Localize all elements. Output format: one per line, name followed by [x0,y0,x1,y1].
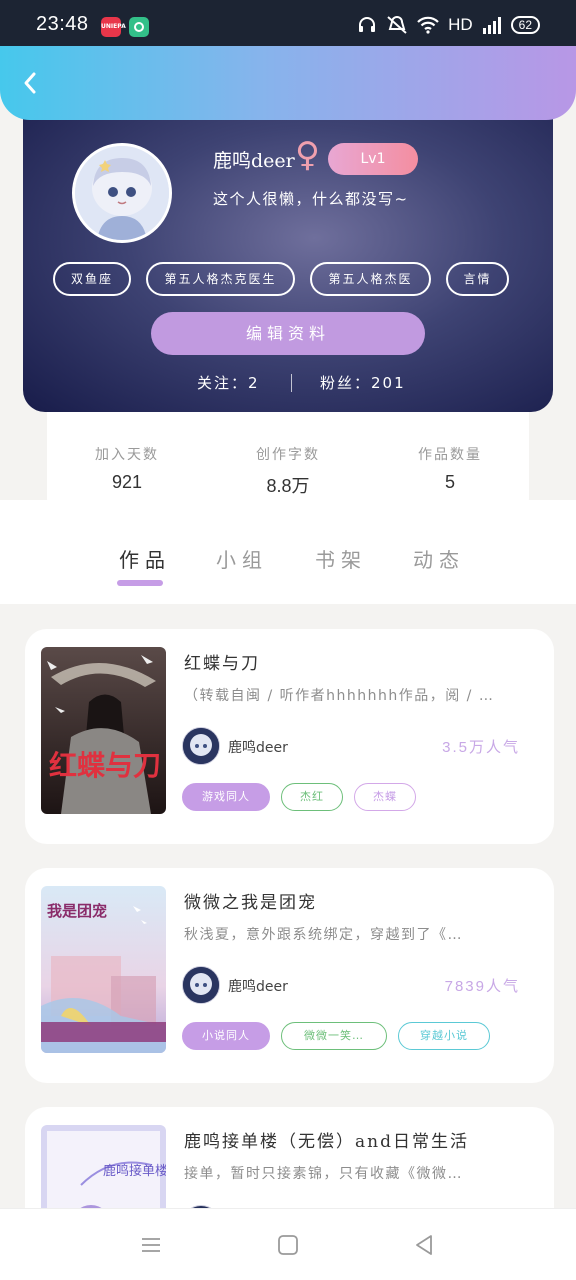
profile-tag[interactable]: 第五人格杰克医生 [146,262,295,296]
header-bar [0,46,576,120]
avatar[interactable] [72,143,172,243]
tab-activity[interactable]: 动态 [413,544,465,573]
tab-bar: 作品 小组 书架 动态 [0,524,576,604]
bio: 这个人很懒，什么都没写~ [213,190,409,208]
work-tag[interactable]: 游戏同人 [182,783,270,811]
popularity: 3.5万人气 [442,739,520,756]
author-name[interactable]: 鹿鸣deer [228,976,288,996]
stat-word-count: 创作字数 8.8万 [218,444,358,498]
back-arrow-icon[interactable] [16,68,46,98]
work-tag[interactable]: 杰红 [281,783,343,811]
level-badge: Lv1 [328,143,418,175]
popularity: 7839人气 [444,978,520,995]
stat-value: 921 [111,472,143,492]
profile-tags: 双鱼座 第五人格杰克医生 第五人格杰医 言情 [53,262,523,296]
mute-icon [387,16,407,34]
follow-stats: 关注：2 粉丝：201 [23,372,553,396]
work-card[interactable]: 红蝶与刀 红蝶与刀 （转载自闽 / 听作者hhhhhhh作品，阅 / … 鹿鸣d… [25,629,554,844]
edit-profile-button[interactable]: 编辑资料 [151,312,425,355]
menu-icon[interactable] [139,1233,163,1257]
work-description: 秋浅夏，意外跟系统绑定，穿越到了《… [184,927,463,943]
app-notification-icon-2 [129,17,149,37]
following-count[interactable]: 关注：2 [197,372,260,393]
tab-works[interactable]: 作品 [119,544,171,573]
author-avatar[interactable] [182,727,220,765]
signal-icon [482,17,501,34]
active-tab-indicator [117,580,163,586]
work-cover: 我是团宠 [41,886,166,1053]
stat-value: 8.8万 [266,476,310,496]
avatar-illustration [75,146,169,240]
system-nav-bar [0,1208,576,1280]
cover-title: 鹿鸣接单楼 [103,1163,166,1179]
work-tag[interactable]: 微微一笑… [281,1022,387,1050]
cover-title: 我是团宠 [47,902,107,920]
tab-bookshelf[interactable]: 书架 [315,544,367,573]
work-cover: 红蝶与刀 [41,647,166,814]
fans-count[interactable]: 粉丝：201 [320,372,406,393]
profile-tag[interactable]: 第五人格杰医 [310,262,431,296]
work-title: 微微之我是团宠 [184,893,317,913]
headphones-icon [359,17,376,32]
work-title: 红蝶与刀 [184,654,260,674]
work-description: （转载自闽 / 听作者hhhhhhh作品，阅 / … [184,688,495,704]
home-icon[interactable] [276,1233,300,1257]
wifi-icon [417,16,439,34]
profile-tag[interactable]: 言情 [446,262,509,296]
app-notification-icon: UNIEPA [101,17,126,37]
stat-works-count: 作品数量 5 [380,444,520,493]
work-title: 鹿鸣接单楼（无偿）and日常生活 [184,1132,469,1152]
profile-card: 鹿鸣deer ♀ Lv1 这个人很懒，什么都没写~ 双鱼座 第五人格杰克医生 第… [23,96,553,412]
status-time: 23:48 [36,13,89,35]
tab-groups[interactable]: 小组 [216,544,268,573]
stat-value: 5 [444,472,455,492]
status-icons: HD 62 [357,14,540,36]
author-name[interactable]: 鹿鸣deer [228,737,288,757]
cover-title: 红蝶与刀 [49,749,161,782]
profile-tag[interactable]: 双鱼座 [53,262,131,296]
network-label: HD [448,15,473,34]
stats-card: 加入天数 921 创作字数 8.8万 作品数量 5 [47,398,529,524]
work-tag[interactable]: 穿越小说 [398,1022,490,1050]
battery-icon: 62 [510,16,540,34]
divider [291,374,292,392]
work-tag[interactable]: 小说同人 [182,1022,270,1050]
stat-join-days: 加入天数 921 [57,444,197,493]
back-icon[interactable] [412,1233,436,1257]
username: 鹿鸣deer [213,150,295,172]
stat-label: 加入天数 [95,447,159,463]
female-icon: ♀ [295,135,320,175]
stat-label: 作品数量 [418,447,482,463]
stat-label: 创作字数 [256,447,320,463]
work-card[interactable]: 我是团宠 微微之我是团宠 秋浅夏，意外跟系统绑定，穿越到了《… 鹿鸣deer 7… [25,868,554,1083]
work-tag[interactable]: 杰蝶 [354,783,416,811]
status-bar: 23:48 UNIEPA HD 62 [0,0,576,46]
work-description: 接单，暂时只接素锦，只有收藏《微微… [184,1166,463,1182]
author-avatar[interactable] [182,966,220,1004]
